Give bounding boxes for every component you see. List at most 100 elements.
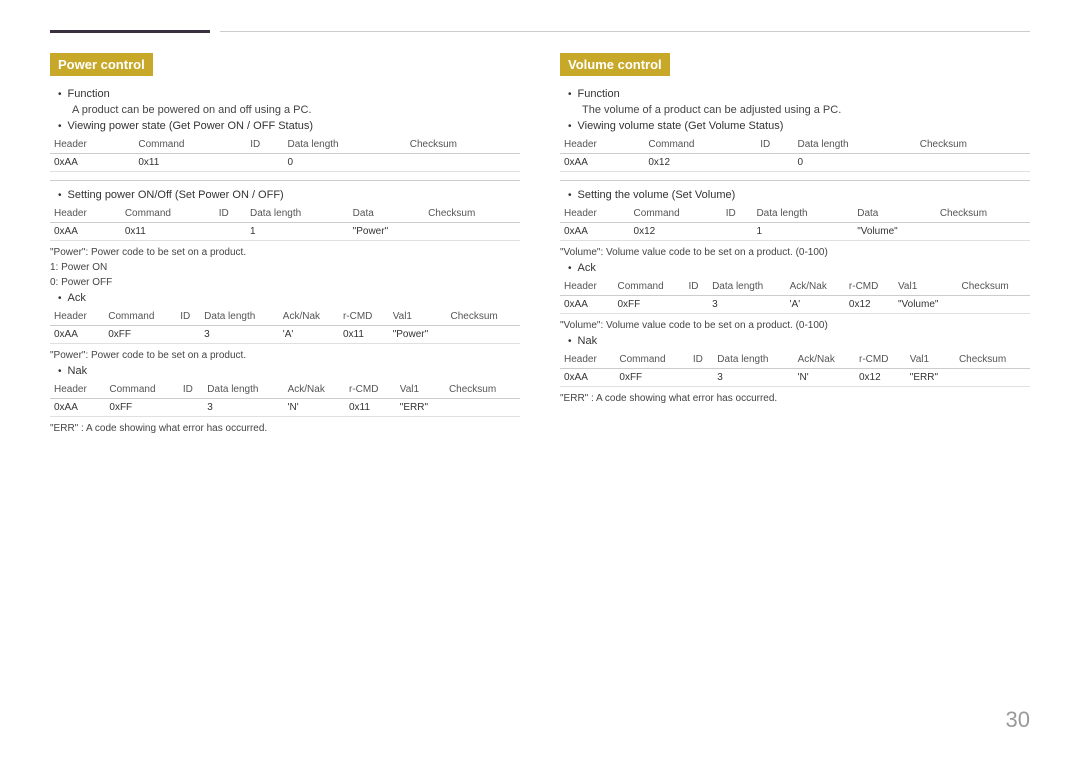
cell: "Power" bbox=[389, 326, 447, 344]
col-header: Data bbox=[853, 205, 936, 223]
volume-note1: "Volume": Volume value code to be set on… bbox=[560, 247, 1030, 258]
vol-function-label: Function bbox=[578, 88, 620, 100]
cell: 0xAA bbox=[50, 326, 104, 344]
power-control-title: Power control bbox=[50, 53, 153, 76]
col-header: ID bbox=[179, 381, 203, 399]
power-table3: Header Command ID Data length Ack/Nak r-… bbox=[50, 308, 520, 344]
divider bbox=[50, 180, 520, 181]
col-header: Ack/Nak bbox=[786, 278, 845, 296]
cell: 0xFF bbox=[614, 296, 685, 314]
cell bbox=[179, 399, 203, 417]
cell bbox=[446, 326, 520, 344]
col-header: Data length bbox=[708, 278, 786, 296]
col-header: Command bbox=[615, 351, 688, 369]
power-table3-header-row: Header Command ID Data length Ack/Nak r-… bbox=[50, 308, 520, 326]
vol-viewing-label: Viewing volume state (Get Volume Status) bbox=[578, 120, 784, 132]
divider bbox=[560, 180, 1030, 181]
col-header: Ack/Nak bbox=[794, 351, 855, 369]
volume-note2: "Volume": Volume value code to be set on… bbox=[560, 320, 1030, 331]
cell: "Volume" bbox=[853, 223, 936, 241]
volume-table3: Header Command ID Data length Ack/Nak r-… bbox=[560, 278, 1030, 314]
main-content: Power control • Function A product can b… bbox=[50, 53, 1030, 438]
cell: 3 bbox=[203, 399, 283, 417]
cell: "Power" bbox=[349, 223, 424, 241]
col-header: Checksum bbox=[445, 381, 520, 399]
cell: 'A' bbox=[786, 296, 845, 314]
col-header: Header bbox=[50, 381, 105, 399]
power-table1-data-row: 0xAA 0x11 0 bbox=[50, 154, 520, 172]
power-table2-data-row: 0xAA 0x11 1 "Power" bbox=[50, 223, 520, 241]
cell: 0x12 bbox=[630, 223, 722, 241]
viewing-label: Viewing power state (Get Power ON / OFF … bbox=[68, 120, 314, 132]
cell: 0x11 bbox=[134, 154, 246, 172]
cell: 0xAA bbox=[50, 223, 121, 241]
cell bbox=[958, 296, 1030, 314]
viewing-bullet: • Viewing power state (Get Power ON / OF… bbox=[58, 120, 520, 132]
col-header: Data length bbox=[246, 205, 349, 223]
col-header: Header bbox=[50, 136, 134, 154]
nak-label: Nak bbox=[68, 365, 88, 377]
col-header: Checksum bbox=[446, 308, 520, 326]
power-on: 1: Power ON bbox=[50, 262, 520, 273]
cell: 0 bbox=[283, 154, 405, 172]
bullet-dot3: • bbox=[58, 190, 62, 201]
cell: 0x12 bbox=[845, 296, 894, 314]
cell bbox=[406, 154, 520, 172]
cell: 1 bbox=[246, 223, 349, 241]
volume-table3-data-row: 0xAA 0xFF 3 'A' 0x12 "Volume" bbox=[560, 296, 1030, 314]
col-header: Checksum bbox=[406, 136, 520, 154]
power-control-section: Power control • Function A product can b… bbox=[50, 53, 520, 438]
col-header: Val1 bbox=[906, 351, 955, 369]
power-table1-header-row: Header Command ID Data length Checksum bbox=[50, 136, 520, 154]
bullet-dot2: • bbox=[568, 121, 572, 132]
power-note2: "Power": Power code to be set on a produ… bbox=[50, 350, 520, 361]
col-header: Header bbox=[560, 278, 614, 296]
vol-function-bullet: • Function bbox=[568, 88, 1030, 100]
col-header: Data length bbox=[713, 351, 793, 369]
cell: 0xAA bbox=[560, 296, 614, 314]
col-header: r-CMD bbox=[845, 278, 894, 296]
col-header: ID bbox=[722, 205, 753, 223]
function-label: Function bbox=[68, 88, 110, 100]
cell bbox=[916, 154, 1030, 172]
cell: 0xFF bbox=[615, 369, 688, 387]
col-header: Command bbox=[630, 205, 722, 223]
cell: 0xAA bbox=[50, 154, 134, 172]
vol-nak-bullet: • Nak bbox=[568, 335, 1030, 347]
cell bbox=[936, 223, 1030, 241]
power-table4-data-row: 0xAA 0xFF 3 'N' 0x11 "ERR" bbox=[50, 399, 520, 417]
cell bbox=[684, 296, 708, 314]
volume-table3-header-row: Header Command ID Data length Ack/Nak r-… bbox=[560, 278, 1030, 296]
power-err-note: "ERR" : A code showing what error has oc… bbox=[50, 423, 520, 434]
power-note1: "Power": Power code to be set on a produ… bbox=[50, 247, 520, 258]
volume-err-note: "ERR" : A code showing what error has oc… bbox=[560, 393, 1030, 404]
power-table3-data-row: 0xAA 0xFF 3 'A' 0x11 "Power" bbox=[50, 326, 520, 344]
col-header: Checksum bbox=[955, 351, 1030, 369]
col-header: ID bbox=[176, 308, 200, 326]
cell: 0x12 bbox=[855, 369, 906, 387]
cell: 0 bbox=[793, 154, 915, 172]
bullet-dot: • bbox=[58, 89, 62, 100]
bullet-dot5: • bbox=[568, 336, 572, 347]
col-header: Header bbox=[560, 136, 644, 154]
setting-bullet: • Setting power ON/Off (Set Power ON / O… bbox=[58, 189, 520, 201]
cell bbox=[215, 223, 246, 241]
cell bbox=[955, 369, 1030, 387]
vol-setting-bullet: • Setting the volume (Set Volume) bbox=[568, 189, 1030, 201]
col-header: Header bbox=[50, 205, 121, 223]
cell bbox=[176, 326, 200, 344]
col-header: Header bbox=[560, 205, 630, 223]
cell bbox=[246, 154, 283, 172]
col-header: Ack/Nak bbox=[284, 381, 345, 399]
volume-table1-data-row: 0xAA 0x12 0 bbox=[560, 154, 1030, 172]
cell: 3 bbox=[708, 296, 786, 314]
top-border-line bbox=[220, 31, 1030, 32]
col-header: Data length bbox=[200, 308, 279, 326]
power-table4: Header Command ID Data length Ack/Nak r-… bbox=[50, 381, 520, 417]
vol-function-desc: The volume of a product can be adjusted … bbox=[582, 104, 1030, 116]
col-header: Data length bbox=[203, 381, 283, 399]
bullet-dot4: • bbox=[58, 293, 62, 304]
volume-table4-data-row: 0xAA 0xFF 3 'N' 0x12 "ERR" bbox=[560, 369, 1030, 387]
top-border-accent bbox=[50, 30, 210, 33]
col-header: Checksum bbox=[424, 205, 520, 223]
